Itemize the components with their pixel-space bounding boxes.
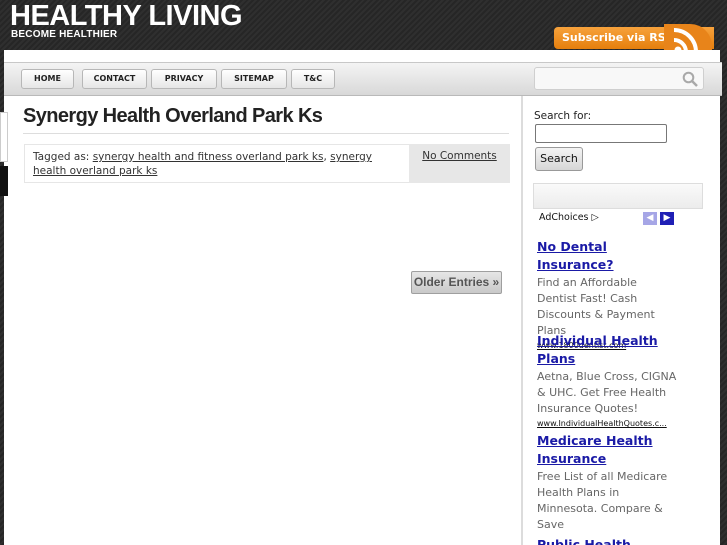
nav-sitemap[interactable]: SITEMAP [221, 69, 287, 89]
adchoices-icon: ▷ [591, 212, 599, 223]
adchoices-link[interactable]: AdChoices ▷ [539, 212, 599, 223]
sidebar-divider [521, 96, 523, 545]
ad-item: Public Health [537, 536, 677, 545]
ad-title-link[interactable]: Public Health [537, 536, 677, 545]
nav-contact[interactable]: CONTACT [82, 69, 147, 89]
search-icon[interactable] [682, 71, 698, 91]
left-side-tab[interactable] [0, 112, 8, 162]
post-title[interactable]: Synergy Health Overland Park Ks [23, 105, 323, 128]
tagged-label: Tagged as: [33, 151, 90, 163]
sidebar-search-input[interactable] [535, 124, 667, 143]
nav-search-input[interactable] [534, 67, 704, 90]
nav-home[interactable]: HOME [21, 69, 74, 89]
ad-url-link[interactable]: www.IndividualHealthQuotes.c... [537, 418, 677, 430]
left-side-tab-dark[interactable] [0, 166, 8, 196]
ad-header-bar [533, 183, 703, 209]
ad-item: Medicare Health Insurance Free List of a… [537, 432, 677, 533]
ad-prev-icon[interactable]: ◀ [643, 212, 657, 225]
ad-title-link[interactable]: Individual Health Plans [537, 332, 677, 368]
ad-body: Find an Affordable Dentist Fast! Cash Di… [537, 276, 655, 337]
older-entries-button[interactable]: Older Entries » [411, 271, 502, 294]
ad-title-link[interactable]: Medicare Health Insurance [537, 432, 677, 468]
site-title[interactable]: HEALTHY LIVING [10, 0, 243, 32]
ad-next-icon[interactable]: ▶ [660, 212, 674, 225]
ad-body: Free List of all Medicare Health Plans i… [537, 470, 668, 531]
search-label: Search for: [534, 110, 592, 122]
title-divider [23, 133, 509, 134]
main-navbar: HOME CONTACT PRIVACY SITEMAP T&C [4, 62, 722, 96]
tag-link[interactable]: synergy health and fitness overland park… [93, 151, 324, 163]
post-meta: Tagged as: synergy health and fitness ov… [24, 144, 510, 183]
post-tags: Tagged as: synergy health and fitness ov… [33, 151, 372, 177]
search-button[interactable]: Search [535, 147, 583, 171]
ad-body: Aetna, Blue Cross, CIGNA & UHC. Get Free… [537, 370, 677, 415]
comments-link[interactable]: No Comments [409, 144, 510, 183]
site-tagline: BECOME HEALTHIER [11, 29, 118, 40]
ad-title-link[interactable]: No Dental Insurance? [537, 238, 677, 274]
ad-item: Individual Health Plans Aetna, Blue Cros… [537, 332, 677, 430]
adchoices-label: AdChoices [539, 212, 589, 223]
nav-terms[interactable]: T&C [291, 69, 335, 89]
nav-privacy[interactable]: PRIVACY [151, 69, 217, 89]
